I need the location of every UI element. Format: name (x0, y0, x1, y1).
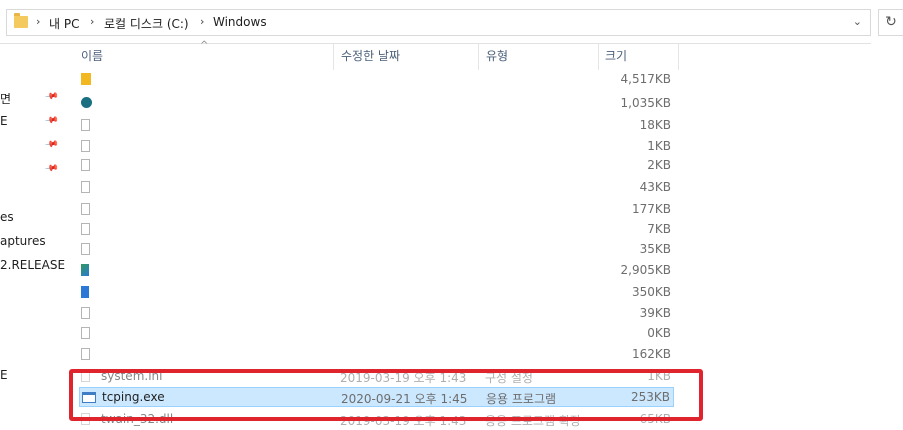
settings-file-icon (81, 348, 90, 360)
file-row[interactable]: 43KB (79, 178, 674, 198)
nav-item[interactable]: aptures (0, 234, 46, 248)
yellow-folder-icon (81, 73, 91, 85)
breadcrumb-windows[interactable]: Windows (213, 15, 267, 29)
file-row[interactable]: 2,905KB (79, 261, 674, 281)
file-row[interactable]: 4,517KB (79, 70, 674, 90)
document-icon (81, 307, 90, 319)
file-row[interactable]: 7KB (79, 220, 674, 240)
chevron-right-icon[interactable]: › (200, 15, 204, 28)
column-header-name[interactable]: 이름 (81, 44, 103, 68)
nav-item[interactable]: 면 (0, 90, 11, 107)
pin-icon: 📌 (44, 137, 60, 153)
column-divider[interactable] (598, 44, 599, 70)
file-size: 43KB (639, 180, 671, 194)
file-row[interactable]: 162KB (79, 345, 674, 365)
file-row[interactable]: 1KB (79, 137, 674, 157)
column-header-size[interactable]: 크기 (605, 44, 627, 68)
file-size: 2KB (647, 158, 671, 172)
file-row[interactable]: 39KB (79, 304, 674, 324)
file-row[interactable]: 2KB (79, 156, 674, 176)
file-row[interactable]: 0KB (79, 324, 674, 344)
document-icon (81, 203, 90, 215)
breadcrumb-this-pc[interactable]: 내 PC (49, 15, 79, 32)
file-size: 7KB (647, 222, 671, 236)
refresh-icon[interactable]: ↻ (878, 9, 903, 36)
pin-icon: 📌 (44, 161, 60, 177)
chevron-right-icon[interactable]: › (90, 15, 94, 28)
file-row[interactable]: 1,035KB (79, 94, 674, 114)
settings-file-icon (81, 140, 90, 152)
teal-app-icon (81, 97, 92, 108)
image-app-icon (81, 264, 89, 276)
folder-icon (14, 13, 28, 28)
file-row[interactable]: 350KB (79, 283, 674, 303)
file-row[interactable]: 18KB (79, 116, 674, 136)
file-size: 350KB (631, 285, 671, 299)
column-divider[interactable] (478, 44, 479, 70)
navigation-pane: 면 📌 E 📌 📌 📌 es aptures 2.RELEASE E (0, 44, 65, 426)
file-size: 4,517KB (620, 72, 671, 86)
document-icon (81, 243, 90, 255)
pin-icon: 📌 (44, 89, 60, 105)
nav-item[interactable]: E (0, 114, 8, 128)
column-divider[interactable] (333, 44, 334, 70)
chevron-right-icon[interactable]: › (36, 15, 40, 28)
file-row[interactable]: 35KB (79, 240, 674, 260)
breadcrumb-local-disk[interactable]: 로컬 디스크 (C:) (104, 15, 189, 32)
nav-item[interactable]: 2.RELEASE (0, 258, 65, 272)
file-size: 35KB (639, 242, 671, 256)
file-size: 177KB (631, 202, 671, 216)
highlight-annotation-box (69, 369, 703, 421)
file-size: 0KB (647, 326, 671, 340)
chevron-down-icon[interactable]: ⌄ (853, 15, 862, 28)
document-icon (81, 327, 90, 339)
document-icon (81, 119, 90, 131)
document-icon (81, 181, 90, 193)
nav-item[interactable]: E (0, 368, 8, 382)
pin-icon: 📌 (44, 113, 60, 129)
file-size: 2,905KB (620, 263, 671, 277)
document-icon (81, 159, 90, 171)
column-header-type[interactable]: 유형 (486, 44, 508, 68)
file-size: 1KB (647, 139, 671, 153)
address-bar: › 내 PC › 로컬 디스크 (C:) › Windows ⌄ ↻ (0, 0, 903, 44)
blue-app-icon (81, 286, 89, 298)
document-icon (81, 223, 90, 235)
nav-item[interactable]: es (0, 210, 14, 224)
file-size: 18KB (639, 118, 671, 132)
file-row[interactable]: 177KB (79, 200, 674, 220)
address-box[interactable]: › 내 PC › 로컬 디스크 (C:) › Windows ⌄ (6, 9, 871, 36)
file-size: 1,035KB (620, 96, 671, 110)
column-divider[interactable] (678, 44, 679, 70)
file-size: 39KB (639, 306, 671, 320)
sort-ascending-icon: ^ (200, 40, 209, 51)
file-size: 162KB (631, 347, 671, 361)
column-header-date[interactable]: 수정한 날짜 (341, 44, 400, 68)
